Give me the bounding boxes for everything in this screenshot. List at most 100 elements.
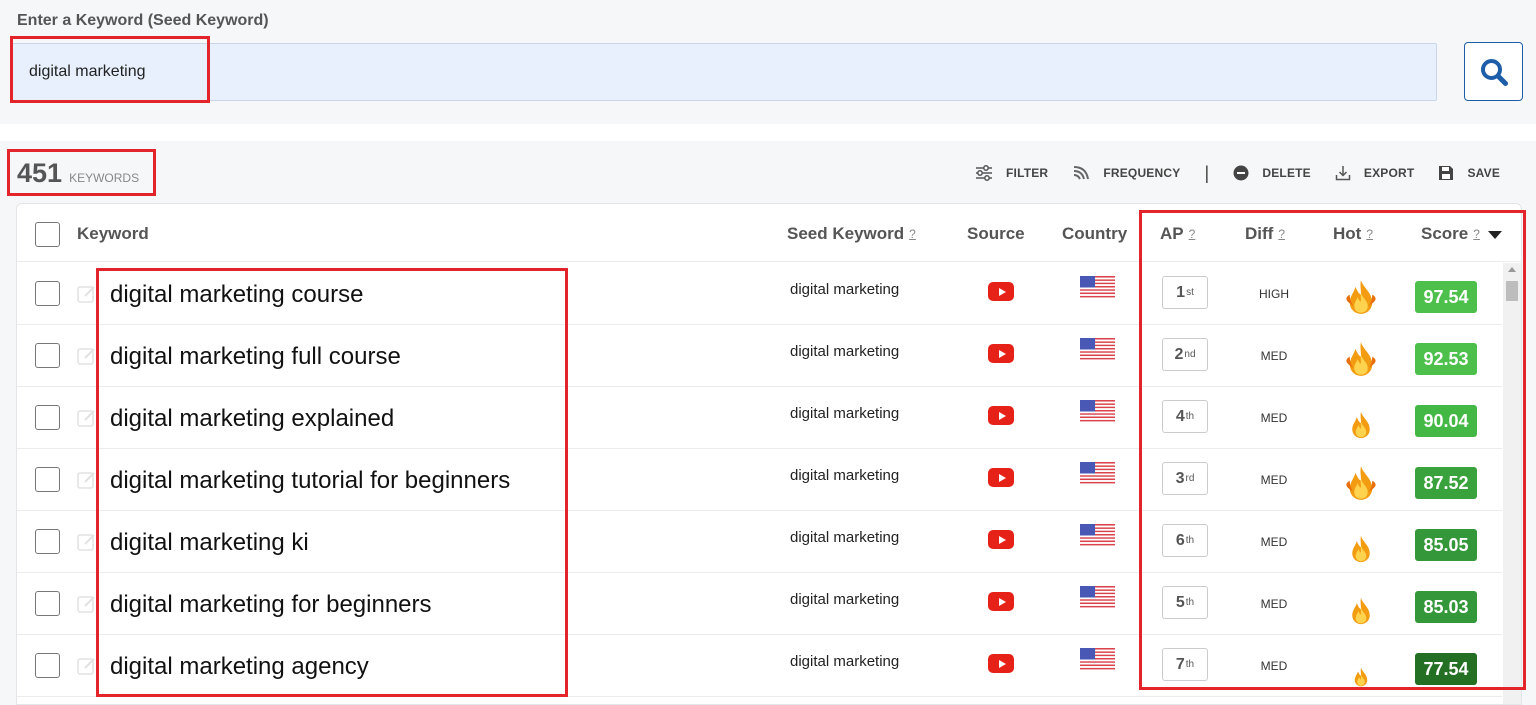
search-section: Enter a Keyword (Seed Keyword) xyxy=(0,0,1536,124)
hot-indicator xyxy=(1341,585,1381,625)
caret-down-icon[interactable] xyxy=(1487,230,1502,240)
difficulty-text: MED xyxy=(1260,473,1288,487)
help-icon[interactable]: ? xyxy=(909,227,916,241)
header-ap[interactable]: AP? xyxy=(1160,224,1195,244)
header-ap-label: AP xyxy=(1160,224,1184,243)
fire-icon xyxy=(1352,411,1370,439)
us-flag-icon xyxy=(1080,338,1115,362)
header-seed-keyword[interactable]: Seed Keyword? xyxy=(787,224,916,244)
header-hot[interactable]: Hot? xyxy=(1333,224,1373,244)
scroll-up-arrow[interactable] xyxy=(1508,267,1516,272)
export-button[interactable]: EXPORT xyxy=(1335,165,1415,181)
filter-icon xyxy=(976,165,992,181)
row-checkbox[interactable] xyxy=(35,591,60,616)
header-diff-label: Diff xyxy=(1245,224,1274,243)
header-seed-keyword-label: Seed Keyword xyxy=(787,224,905,243)
youtube-icon xyxy=(988,530,1014,549)
edit-icon[interactable] xyxy=(77,408,97,428)
keyword-count: 451 KEYWORDS xyxy=(17,158,139,189)
row-checkbox[interactable] xyxy=(35,529,60,554)
row-checkbox[interactable] xyxy=(35,281,60,306)
keyword-table: Keyword Seed Keyword? Source Country AP?… xyxy=(16,203,1522,705)
help-icon[interactable]: ? xyxy=(1278,227,1285,241)
country-flag xyxy=(1080,648,1115,672)
fire-icon xyxy=(1346,280,1376,314)
fire-icon xyxy=(1352,535,1370,563)
scroll-thumb[interactable] xyxy=(1506,281,1518,301)
hot-indicator xyxy=(1341,337,1381,377)
difficulty-text: MED xyxy=(1260,535,1288,549)
keyword-text[interactable]: digital marketing for beginners xyxy=(110,591,432,619)
help-icon[interactable]: ? xyxy=(1189,227,1196,241)
save-icon xyxy=(1439,166,1454,180)
edit-icon[interactable] xyxy=(77,346,97,366)
seed-keyword-text: digital marketing xyxy=(790,591,900,608)
frequency-icon xyxy=(1074,166,1090,180)
difficulty-text: MED xyxy=(1260,659,1288,673)
keyword-text[interactable]: digital marketing explained xyxy=(110,405,394,433)
filter-label: FILTER xyxy=(1006,166,1049,180)
ap-rank-suffix: th xyxy=(1185,411,1195,422)
search-input[interactable] xyxy=(12,43,1437,101)
fire-icon xyxy=(1346,466,1376,500)
ap-rank-number: 5 xyxy=(1175,593,1185,611)
ap-rank-suffix: th xyxy=(1185,597,1195,608)
keyword-text[interactable]: digital marketing ki xyxy=(110,529,309,557)
header-score[interactable]: Score? xyxy=(1421,224,1502,244)
edit-icon[interactable] xyxy=(77,594,97,614)
delete-button[interactable]: DELETE xyxy=(1233,165,1311,181)
help-icon[interactable]: ? xyxy=(1366,227,1373,241)
ap-rank: 5th xyxy=(1162,586,1208,619)
header-diff[interactable]: Diff? xyxy=(1245,224,1285,244)
ap-rank: 7th xyxy=(1162,648,1208,681)
keyword-text[interactable]: digital marketing tutorial for beginners xyxy=(110,467,510,495)
scrollbar[interactable] xyxy=(1503,263,1521,704)
us-flag-icon xyxy=(1080,462,1115,486)
header-source[interactable]: Source xyxy=(967,224,1025,244)
seed-keyword-text: digital marketing xyxy=(790,405,900,422)
ap-rank-number: 1 xyxy=(1176,283,1186,301)
delete-icon xyxy=(1233,165,1249,181)
search-button[interactable] xyxy=(1464,42,1523,101)
keyword-text[interactable]: digital marketing agency xyxy=(110,653,369,681)
table-row: digital marketing ki digital marketing 6th… xyxy=(17,511,1502,573)
row-checkbox[interactable] xyxy=(35,405,60,430)
toolbar: FILTER FREQUENCY | DELETE EXPORT SAVE xyxy=(975,162,1500,184)
edit-icon[interactable] xyxy=(77,470,97,490)
help-icon[interactable]: ? xyxy=(1473,227,1480,241)
header-score-label: Score xyxy=(1421,224,1469,243)
select-all-checkbox[interactable] xyxy=(35,222,60,247)
ap-rank-suffix: rd xyxy=(1185,473,1195,484)
fire-icon xyxy=(1346,342,1376,376)
difficulty-text: MED xyxy=(1260,411,1288,425)
save-button[interactable]: SAVE xyxy=(1438,165,1500,181)
header-country[interactable]: Country xyxy=(1062,224,1127,244)
keyword-text[interactable]: digital marketing full course xyxy=(110,343,401,371)
delete-label: DELETE xyxy=(1262,166,1311,180)
table-row: digital marketing for beginners digital m… xyxy=(17,573,1502,635)
table-header: Keyword Seed Keyword? Source Country AP?… xyxy=(17,204,1521,262)
ap-rank: 1st xyxy=(1162,276,1208,309)
score-badge: 77.54 xyxy=(1415,653,1477,685)
row-checkbox[interactable] xyxy=(35,467,60,492)
ap-rank-number: 6 xyxy=(1175,531,1185,549)
keyword-text[interactable]: digital marketing course xyxy=(110,281,363,309)
ap-rank-suffix: th xyxy=(1185,535,1195,546)
filter-button[interactable]: FILTER xyxy=(975,165,1048,181)
edit-icon[interactable] xyxy=(77,656,97,676)
edit-icon[interactable] xyxy=(77,532,97,552)
export-icon xyxy=(1335,166,1351,181)
ap-rank-suffix: nd xyxy=(1184,349,1196,360)
youtube-icon xyxy=(988,592,1014,611)
table-row: digital marketing agency digital marketin… xyxy=(17,635,1502,697)
edit-icon[interactable] xyxy=(77,284,97,304)
row-checkbox[interactable] xyxy=(35,653,60,678)
score-badge: 90.04 xyxy=(1415,405,1477,437)
header-keyword[interactable]: Keyword xyxy=(77,224,149,244)
row-checkbox[interactable] xyxy=(35,343,60,368)
frequency-button[interactable]: FREQUENCY xyxy=(1072,165,1180,181)
difficulty-text: MED xyxy=(1260,597,1288,611)
fire-icon xyxy=(1354,667,1368,687)
header-hot-label: Hot xyxy=(1333,224,1362,243)
youtube-icon xyxy=(988,654,1014,673)
